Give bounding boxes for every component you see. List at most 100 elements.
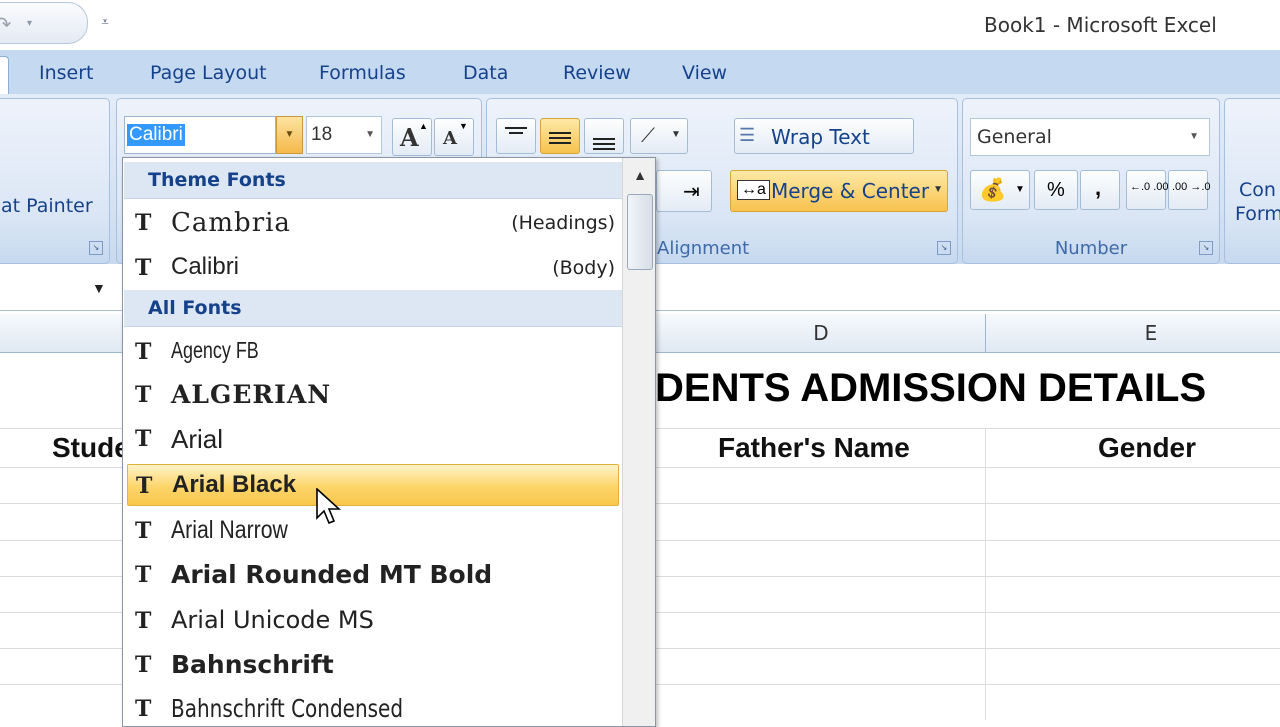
font-item-calibri[interactable]: T Calibri (Body) <box>127 247 619 289</box>
tab-view[interactable]: View <box>682 62 727 84</box>
scroll-thumb[interactable] <box>627 194 653 270</box>
truetype-font-icon: T <box>136 473 153 499</box>
font-item-label: Arial Black <box>172 471 297 498</box>
font-item-label: Cambria <box>171 208 291 238</box>
font-name-value: Calibri <box>127 124 185 146</box>
font-item-label: Arial Unicode MS <box>171 606 374 634</box>
tab-page-layout[interactable]: Page Layout <box>150 62 267 84</box>
font-item-bahnschrift-condensed[interactable]: T Bahnschrift Condensed <box>127 688 619 726</box>
number-format-dropdown-icon[interactable]: ▼ <box>1189 131 1199 142</box>
truetype-font-icon: T <box>135 518 152 544</box>
theme-fonts-header-label: Theme Fonts <box>148 169 286 191</box>
merge-center-icon: ↔a <box>737 180 770 200</box>
format-painter-button[interactable]: at Painter <box>1 195 93 217</box>
merge-dropdown-icon[interactable]: ▼ <box>933 184 943 195</box>
alignment-launcher-icon[interactable]: ↘ <box>937 241 951 255</box>
grow-font-icon: A <box>400 123 419 152</box>
number-format-select[interactable]: General ▼ <box>970 118 1210 156</box>
font-item-bahnschrift[interactable]: T Bahnschrift <box>127 644 619 686</box>
tab-review[interactable]: Review <box>563 62 631 84</box>
percent-style-button[interactable]: % <box>1034 170 1078 210</box>
ribbon-tab-bar: Insert Page Layout Formulas Data Review … <box>0 50 1280 95</box>
truetype-font-icon: T <box>135 696 152 722</box>
dropdown-scrollbar[interactable]: ▲ <box>622 158 655 726</box>
font-item-label: Arial Narrow <box>171 516 288 544</box>
decrease-decimal-button[interactable]: .00 →.0 <box>1168 170 1211 210</box>
font-name-input[interactable]: Calibri <box>124 116 276 154</box>
wrap-text-button[interactable]: ☰ Wrap Text <box>734 118 914 154</box>
font-item-label: Arial <box>171 424 224 454</box>
font-item-arial-narrow[interactable]: T Arial Narrow <box>127 510 619 552</box>
font-item-arial[interactable]: T Arial <box>127 418 619 460</box>
font-name-dropdown-icon[interactable]: ▼ <box>276 116 303 154</box>
decrease-decimal-label: .00 →.0 <box>1172 181 1211 193</box>
sheet-title-cell[interactable]: DENTS ADMISSION DETAILS <box>655 366 1206 411</box>
father-name-header-cell[interactable]: Father's Name <box>718 432 910 464</box>
font-size-input[interactable]: 18 ▼ <box>306 116 382 154</box>
increase-indent-icon[interactable]: ⇥ <box>683 179 700 204</box>
grid-col-line <box>985 428 986 720</box>
font-item-algerian[interactable]: T ALGERIAN <box>127 374 619 416</box>
font-item-label: Calibri <box>171 253 240 280</box>
indent-buttons[interactable]: ⇥ <box>656 170 712 212</box>
number-format-value: General <box>977 126 1052 148</box>
truetype-font-icon: T <box>135 652 152 678</box>
conditional-formatting-label-1[interactable]: Con <box>1239 179 1276 201</box>
align-bottom-button[interactable] <box>584 118 624 154</box>
comma-style-button[interactable]: , <box>1080 170 1120 210</box>
font-item-arial-black[interactable]: T Arial Black <box>127 464 619 506</box>
font-item-label: Agency FB <box>171 337 259 363</box>
font-size-dropdown-icon[interactable]: ▼ <box>365 129 375 140</box>
tab-data[interactable]: Data <box>463 62 508 84</box>
mouse-pointer-icon <box>316 488 342 525</box>
font-item-cambria[interactable]: T Cambria (Headings) <box>127 202 619 244</box>
column-header-e[interactable]: E <box>985 314 1280 352</box>
align-bottom-icon <box>593 138 615 140</box>
redo-icon[interactable]: ↷ <box>0 13 15 35</box>
redo-dropdown-icon[interactable]: ▾ <box>27 14 41 34</box>
number-group-label: Number <box>1054 238 1128 259</box>
shrink-font-button[interactable]: A ▼ <box>434 118 474 156</box>
align-top-button[interactable] <box>496 118 536 154</box>
font-item-arial-unicode-ms[interactable]: T Arial Unicode MS <box>127 600 619 642</box>
align-top-icon <box>505 127 527 129</box>
truetype-font-icon: T <box>135 339 152 365</box>
truetype-font-icon: T <box>135 255 152 281</box>
all-fonts-header-label: All Fonts <box>148 297 242 319</box>
increase-decimal-label: ←.0 .00 <box>1130 181 1169 193</box>
orientation-dropdown-icon[interactable]: ▼ <box>671 129 681 140</box>
accounting-format-button[interactable]: 💰 ▼ <box>970 170 1030 210</box>
conditional-formatting-label-2[interactable]: Form <box>1235 203 1280 225</box>
tab-formulas[interactable]: Formulas <box>319 62 406 84</box>
wrap-text-icon: ☰ <box>739 125 756 145</box>
orientation-icon: ⟋ <box>641 123 655 147</box>
font-item-arial-rounded-mt-bold[interactable]: T Arial Rounded MT Bold <box>127 554 619 596</box>
styles-group: Con Form <box>1224 98 1280 264</box>
all-fonts-header: All Fonts <box>124 290 622 327</box>
align-middle-icon <box>549 132 571 134</box>
font-item-label: ALGERIAN <box>171 380 332 409</box>
grow-font-button[interactable]: A ▲ <box>392 118 432 156</box>
name-box-dropdown-icon[interactable]: ▼ <box>92 280 106 296</box>
quick-access-toolbar: ↷ ▾ <box>0 2 88 44</box>
font-dropdown-list[interactable]: Theme Fonts T Cambria (Headings) T Calib… <box>122 157 656 727</box>
tab-insert[interactable]: Insert <box>39 62 94 84</box>
merge-center-button[interactable]: ↔a Merge & Center ▼ <box>730 170 948 212</box>
student-header-cell[interactable]: Stude <box>52 432 130 464</box>
accounting-dropdown-icon[interactable]: ▼ <box>1015 184 1025 195</box>
number-launcher-icon[interactable]: ↘ <box>1199 241 1213 255</box>
tab-home[interactable] <box>0 56 9 97</box>
gender-header-cell[interactable]: Gender <box>1098 432 1196 464</box>
truetype-font-icon: T <box>135 382 152 408</box>
font-item-agency-fb[interactable]: T Agency FB <box>127 331 619 373</box>
align-middle-button[interactable] <box>540 118 580 154</box>
qat-customize-icon[interactable]: ⩡ <box>96 13 114 33</box>
truetype-font-icon: T <box>135 426 152 452</box>
scroll-up-icon[interactable]: ▲ <box>623 158 655 192</box>
increase-decimal-button[interactable]: ←.0 .00 <box>1126 170 1169 210</box>
theme-fonts-header: Theme Fonts <box>124 162 622 199</box>
orientation-button[interactable]: ⟋ ▼ <box>630 118 688 154</box>
font-size-value: 18 <box>311 124 333 145</box>
clipboard-launcher-icon[interactable]: ↘ <box>89 241 103 255</box>
column-header-d[interactable]: D <box>655 314 986 352</box>
